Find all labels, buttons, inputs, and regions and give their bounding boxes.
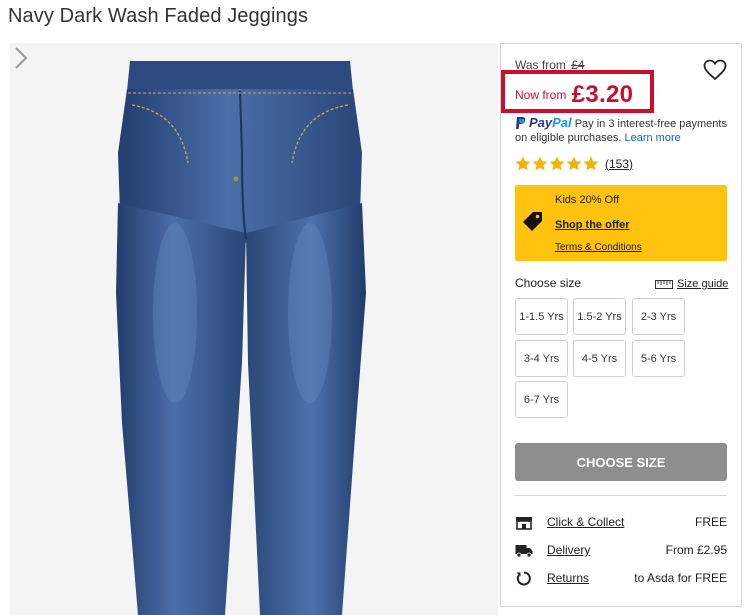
click-collect-link[interactable]: Click & Collect [547, 515, 624, 529]
ruler-icon [655, 279, 673, 289]
delivery-value: From £2.95 [665, 543, 727, 557]
shop-offer-link[interactable]: Shop the offer [555, 219, 630, 231]
paypal-logo-icon [516, 117, 526, 129]
now-label: Now from [515, 88, 567, 102]
paypal-learn-more-link[interactable]: Learn more [624, 132, 680, 144]
returns-icon [516, 571, 531, 586]
product-info-panel: Was from £4 Now from £3.20 PayPal Pay in… [500, 43, 742, 607]
size-option[interactable]: 2-3 Yrs [632, 298, 685, 335]
star-icon [566, 156, 582, 171]
truck-icon [515, 545, 533, 558]
paypal-banner: PayPal Pay in 3 interest-free payments o… [515, 116, 735, 145]
size-option[interactable]: 3-4 Yrs [515, 340, 568, 377]
now-price-value: £3.20 [571, 81, 634, 108]
size-option[interactable]: 1-1.5 Yrs [515, 298, 568, 335]
delivery-row-delivery: Delivery From £2.95 [515, 541, 727, 561]
star-icon [583, 156, 599, 171]
review-count-link[interactable]: (153) [605, 157, 633, 171]
delivery-row-click-collect: Click & Collect FREE [515, 513, 727, 533]
wishlist-heart-icon[interactable] [703, 59, 727, 81]
click-collect-value: FREE [694, 515, 727, 529]
star-icon [515, 156, 531, 171]
size-option[interactable]: 5-6 Yrs [632, 340, 685, 377]
now-price: Now from £3.20 [515, 81, 633, 109]
delivery-link[interactable]: Delivery [547, 543, 590, 557]
star-icon [549, 156, 565, 171]
star-icon [532, 156, 548, 171]
choose-size-label: Choose size [515, 276, 582, 290]
terms-conditions-link[interactable]: Terms & Conditions [555, 242, 642, 253]
size-option[interactable]: 4-5 Yrs [573, 340, 626, 377]
delivery-row-returns: Returns to Asda for FREE [515, 569, 727, 589]
size-guide-label: Size guide [677, 278, 729, 290]
jeggings-image [116, 61, 366, 615]
returns-link[interactable]: Returns [547, 571, 589, 585]
product-title: Navy Dark Wash Faded Jeggings [8, 5, 309, 27]
next-image-arrow-icon[interactable] [10, 43, 32, 73]
choose-size-button[interactable]: CHOOSE SIZE [515, 443, 727, 481]
size-option[interactable]: 1.5-2 Yrs [573, 298, 626, 335]
product-image[interactable] [10, 43, 498, 615]
paypal-logo: PayPal [529, 115, 572, 130]
size-option[interactable]: 6-7 Yrs [515, 381, 568, 418]
price-tag-icon [523, 212, 542, 231]
promo-title: Kids 20% Off [555, 194, 619, 206]
divider [515, 495, 727, 496]
size-guide-link[interactable]: Size guide [655, 278, 728, 290]
store-icon [516, 517, 532, 530]
promo-banner: Kids 20% Off Shop the offer Terms & Cond… [515, 185, 727, 261]
star-rating[interactable]: (153) [515, 156, 633, 171]
returns-value: to Asda for FREE [634, 571, 727, 585]
